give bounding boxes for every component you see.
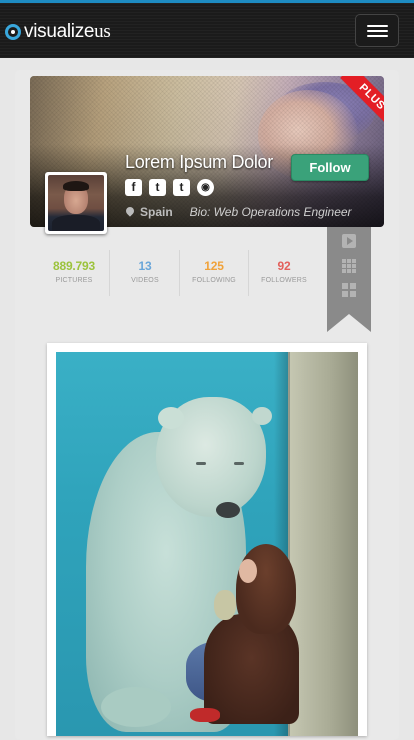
plus-badge: PLUS — [334, 76, 384, 126]
stat-label: Following — [192, 277, 236, 284]
stat-value: 13 — [138, 259, 152, 273]
photo-image[interactable] — [56, 352, 358, 736]
social-links: f t t ◉ — [125, 179, 214, 196]
tiles-view-icon[interactable] — [342, 283, 356, 297]
profile-bio: Bio: Web Operations Engineer — [189, 205, 352, 219]
stat-label: Videos — [131, 277, 159, 284]
stat-value: 92 — [277, 259, 291, 273]
stat-value: 889.793 — [53, 259, 95, 273]
tumblr-icon[interactable]: t — [173, 179, 190, 196]
stat-following[interactable]: 125 Following — [180, 259, 248, 284]
logo[interactable]: visualizeus — [5, 20, 111, 44]
profile-name: Lorem Ipsum Dolor — [125, 152, 273, 172]
hamburger-menu-icon — [367, 25, 388, 27]
top-navbar: visualizeus — [0, 0, 414, 58]
stat-followers[interactable]: 92 Followers — [250, 259, 318, 284]
follow-button[interactable]: Follow — [291, 154, 369, 181]
view-mode-ribbon — [327, 227, 371, 332]
divider — [248, 250, 249, 296]
stat-videos[interactable]: 13 Videos — [111, 259, 179, 284]
profile-location: Spain — [140, 205, 173, 219]
stat-label: Pictures — [55, 277, 93, 284]
logo-mark-icon — [5, 24, 21, 40]
hamburger-menu-button[interactable] — [355, 14, 399, 47]
logo-text: visualizeus — [24, 21, 111, 42]
grid-view-icon[interactable] — [342, 259, 356, 273]
video-icon[interactable] — [342, 234, 356, 248]
avatar[interactable] — [45, 172, 107, 234]
facebook-icon[interactable]: f — [125, 179, 142, 196]
twitter-icon[interactable]: t — [149, 179, 166, 196]
divider — [109, 250, 110, 296]
stat-label: Followers — [261, 277, 307, 284]
globe-icon[interactable]: ◉ — [197, 179, 214, 196]
location-pin-icon — [124, 205, 136, 217]
profile-meta: Spain Bio: Web Operations Engineer — [124, 205, 352, 219]
stat-pictures[interactable]: 889.793 Pictures — [40, 259, 108, 284]
stat-value: 125 — [204, 259, 224, 273]
